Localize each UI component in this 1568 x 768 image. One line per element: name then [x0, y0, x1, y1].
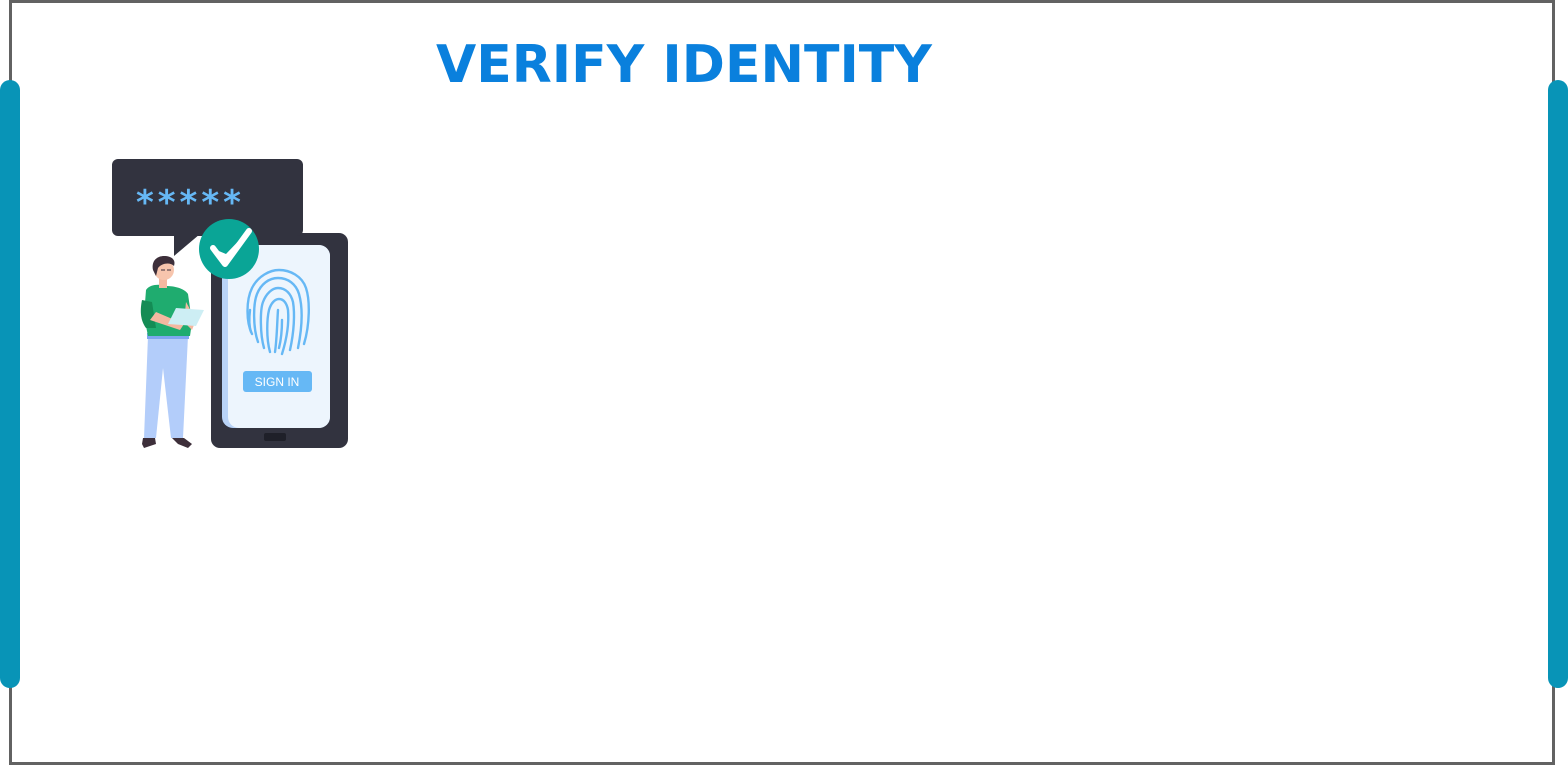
person-icon — [140, 256, 204, 448]
verify-identity-illustration: SIGN IN ***** — [112, 159, 348, 448]
right-accent-bar — [1548, 80, 1568, 688]
left-accent-bar — [0, 80, 20, 688]
page-title: VERIFY IDENTITY — [436, 35, 932, 95]
signin-button-graphic: SIGN IN — [243, 371, 312, 392]
svg-text:*****: ***** — [136, 183, 245, 223]
check-badge-icon — [199, 219, 259, 279]
svg-text:SIGN IN: SIGN IN — [255, 375, 300, 389]
